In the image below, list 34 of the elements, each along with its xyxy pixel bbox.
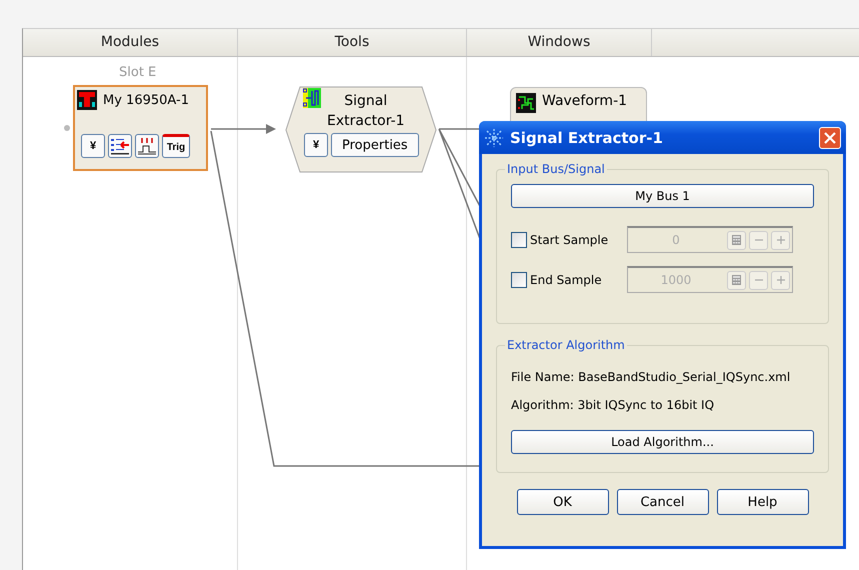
algorithm-text: Algorithm: 3bit IQSync to 16bit IQ <box>511 398 716 412</box>
module-node[interactable]: My 16950A-1 ¥ Trig <box>73 85 208 171</box>
close-icon <box>824 132 836 144</box>
tool-name: Signal Extractor-1 <box>327 92 405 131</box>
port-dot <box>64 125 70 131</box>
extractor-icon <box>303 88 321 108</box>
dialog-button[interactable]: OK <box>516 489 608 515</box>
column-header: Windows <box>467 29 652 56</box>
properties-button[interactable]: Properties <box>331 133 419 157</box>
list-icon[interactable] <box>108 134 132 158</box>
column-header: Modules <box>23 29 238 56</box>
checkbox-label: Start Sample <box>530 232 608 246</box>
slot-label: Slot E <box>119 65 156 80</box>
waveform-icon <box>516 93 536 113</box>
bus-button[interactable]: My Bus 1 <box>511 184 814 208</box>
close-button[interactable] <box>819 126 841 148</box>
sparkle-icon <box>484 128 504 148</box>
load-algorithm-button[interactable]: Load Algorithm... <box>511 430 814 454</box>
field-value: 1000 <box>660 273 692 287</box>
module-icon <box>77 90 97 110</box>
dialog-button[interactable]: Cancel <box>616 489 708 515</box>
group-legend: Input Bus/Signal <box>505 162 607 176</box>
checkbox-label: End Sample <box>530 272 602 286</box>
expand-button[interactable]: ¥ <box>81 134 105 158</box>
trigger-button[interactable]: Trig <box>162 134 190 158</box>
field-value: 0 <box>671 233 681 247</box>
module-name: My 16950A-1 <box>103 92 189 108</box>
dialog-button[interactable]: Help <box>716 489 808 515</box>
file-name-text: File Name: BaseBandStudio_Serial_IQSync.xml <box>511 370 792 384</box>
expand-button[interactable]: ¥ <box>304 133 328 157</box>
window-name: Waveform-1 <box>542 93 628 109</box>
group-legend: Extractor Algorithm <box>505 338 627 352</box>
column-header: Tools <box>238 29 467 56</box>
waveform-icon[interactable] <box>135 134 159 158</box>
